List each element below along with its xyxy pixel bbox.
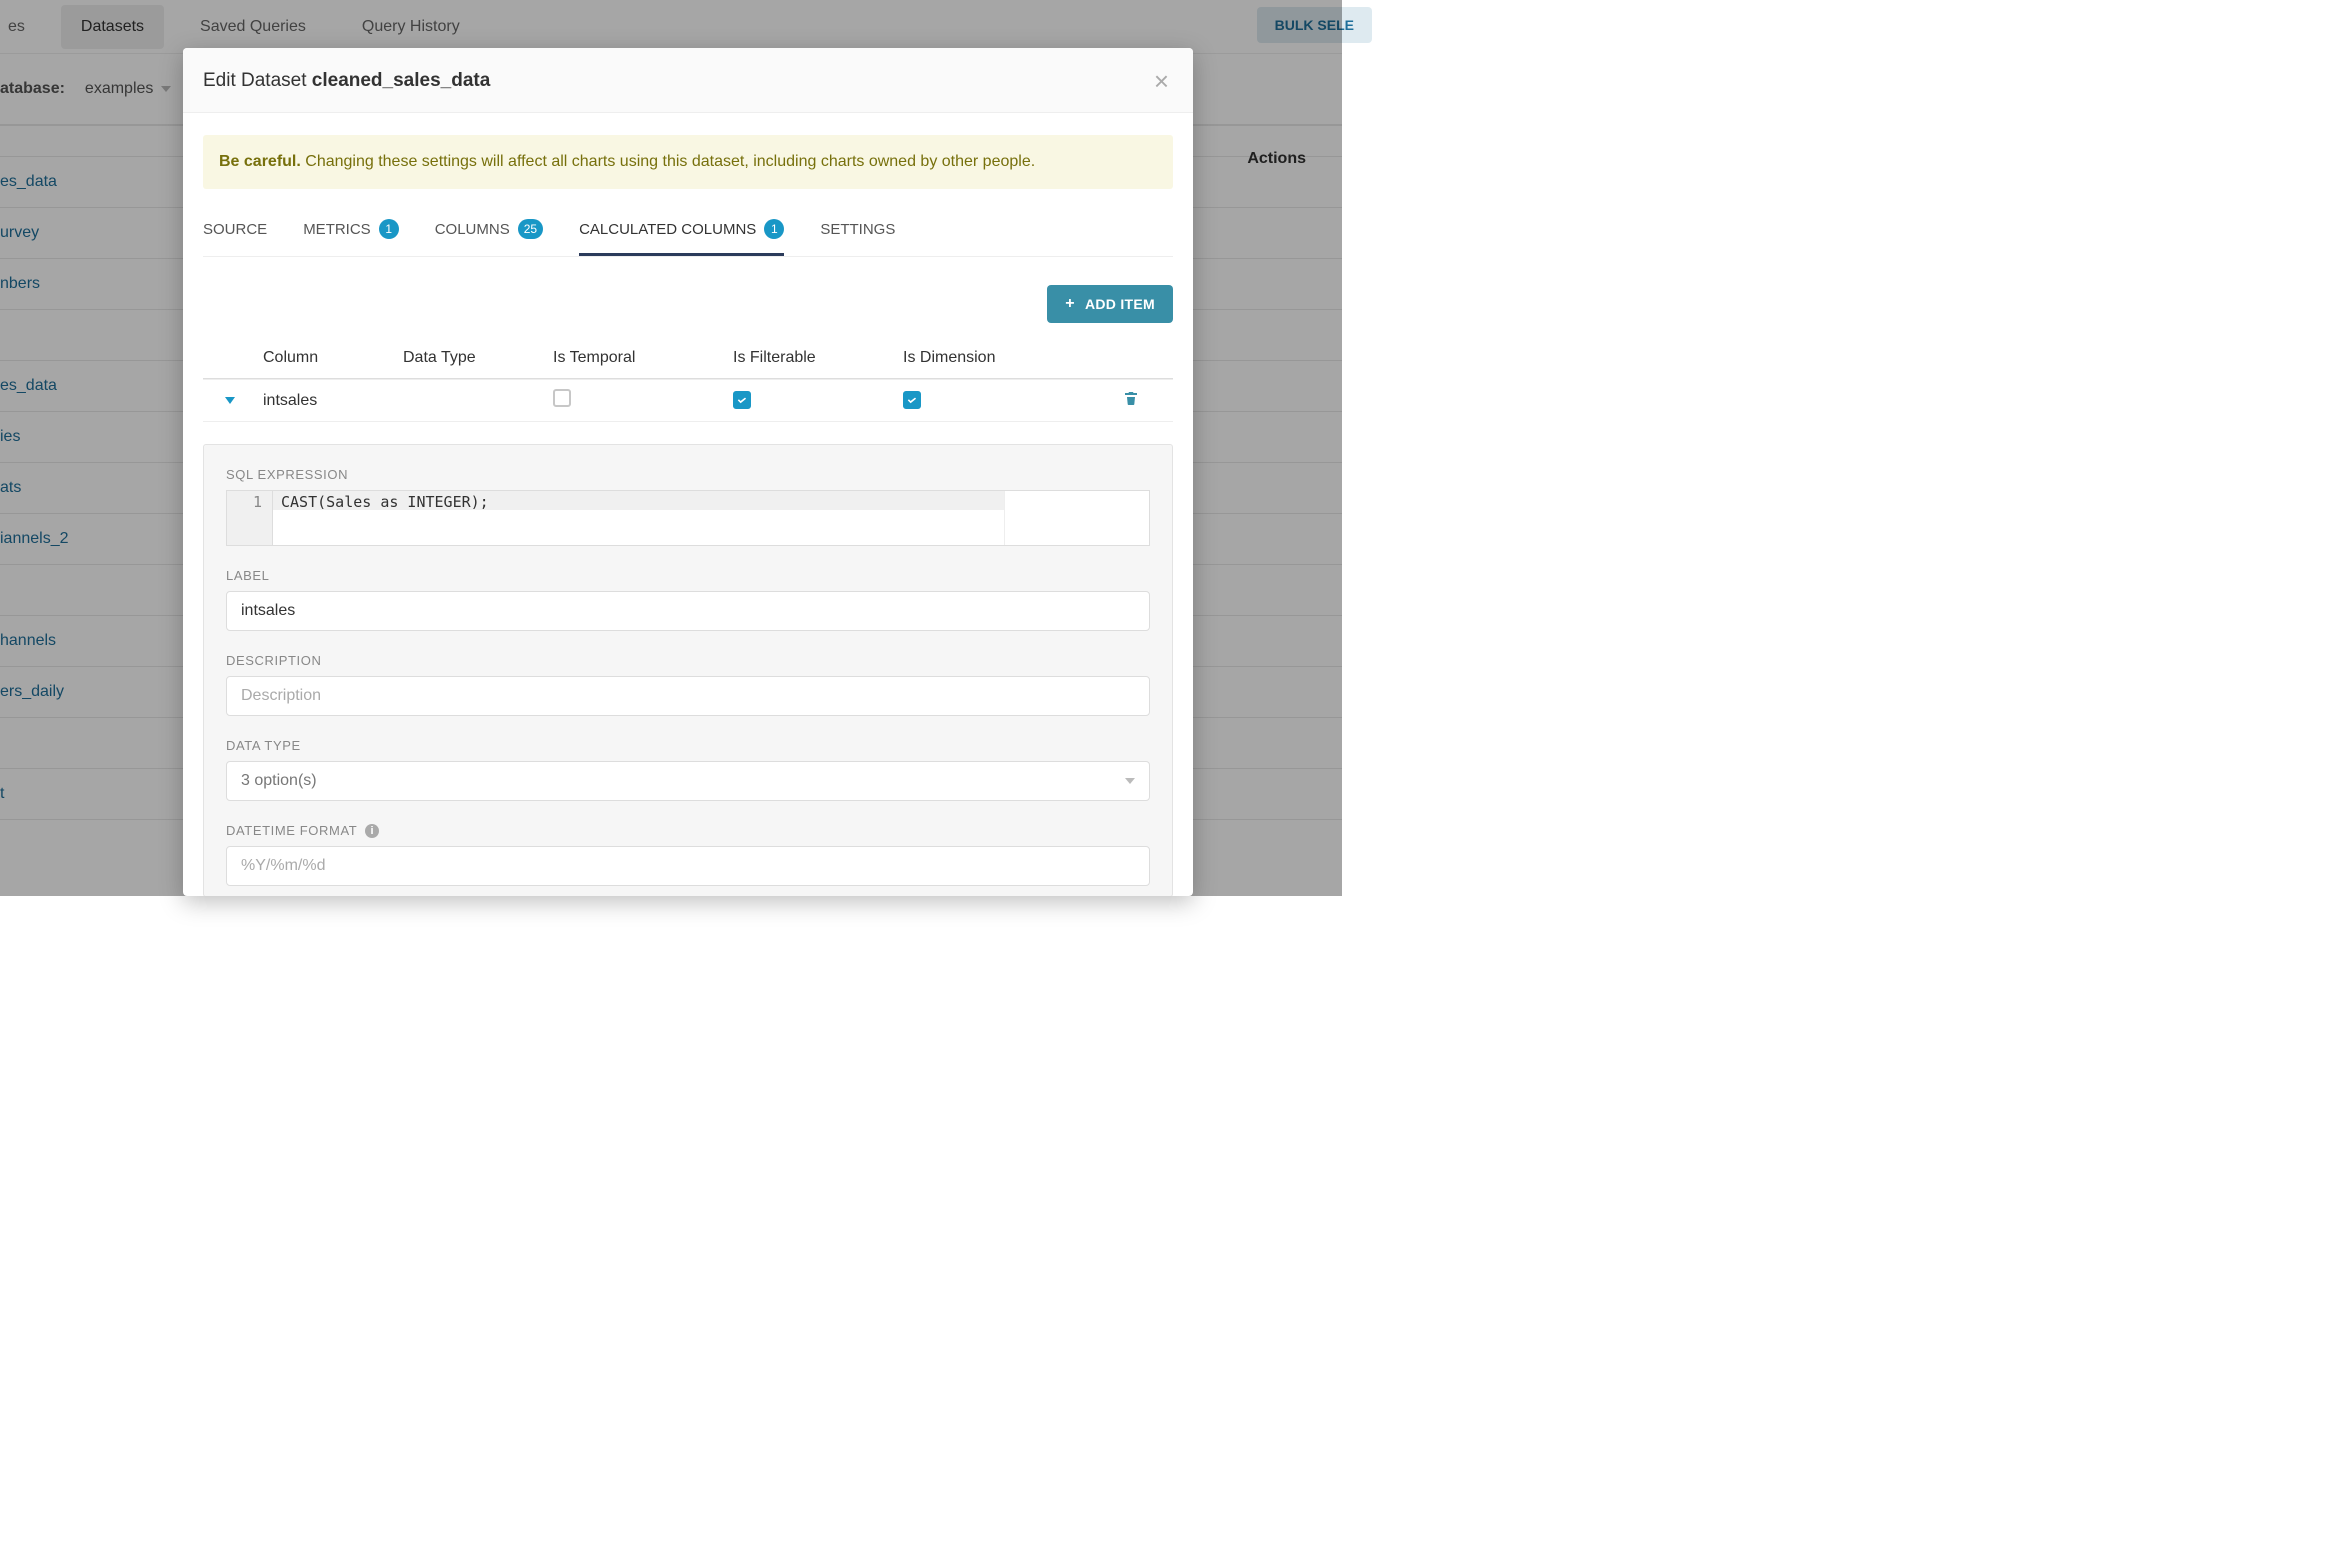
tab-columns-badge: 25 [518,219,543,239]
tab-settings-label: SETTINGS [820,221,895,238]
tab-calculated-columns-badge: 1 [764,219,784,239]
modal-title-name: cleaned_sales_data [312,70,491,91]
tab-calculated-columns[interactable]: CALCULATED COLUMNS 1 [579,207,784,256]
col-dimension-header: Is Dimension [903,349,1053,367]
delete-row-icon[interactable] [1123,393,1139,410]
info-icon[interactable]: i [365,824,379,838]
checkbox-is-filterable[interactable] [733,391,751,409]
tab-source-label: SOURCE [203,221,267,238]
modal-body: Be careful. Changing these settings will… [183,113,1193,896]
row-detail-panel: SQL EXPRESSION 1 CAST(Sales as INTEGER);… [203,444,1173,896]
plus-icon [1065,295,1075,313]
warning-banner: Be careful. Changing these settings will… [203,135,1173,189]
tab-columns[interactable]: COLUMNS 25 [435,207,543,256]
checkbox-is-dimension[interactable] [903,391,921,409]
grid-row: intsales [203,379,1173,421]
datatype-select[interactable]: 3 option(s) [226,761,1150,801]
add-item-button[interactable]: ADD ITEM [1047,285,1173,323]
modal-header: Edit Dataset cleaned_sales_data × [183,48,1193,113]
sql-expression-label: SQL EXPRESSION [226,467,1150,482]
code-gutter: 1 [227,491,273,545]
modal-title: Edit Dataset cleaned_sales_data [203,70,490,92]
chevron-down-icon [1125,778,1135,784]
label-input[interactable] [226,591,1150,631]
tab-metrics-badge: 1 [379,219,399,239]
description-input[interactable] [226,676,1150,716]
tab-settings[interactable]: SETTINGS [820,209,895,255]
col-filterable-header: Is Filterable [733,349,903,367]
tab-source[interactable]: SOURCE [203,209,267,255]
warning-text: Changing these settings will affect all … [301,153,1035,170]
close-icon[interactable]: × [1154,68,1169,94]
modal-title-prefix: Edit Dataset [203,70,312,91]
tab-calculated-columns-label: CALCULATED COLUMNS [579,221,756,238]
col-temporal-header: Is Temporal [553,349,733,367]
add-item-label: ADD ITEM [1085,296,1155,312]
grid-header-row: Column Data Type Is Temporal Is Filterab… [203,337,1173,379]
datatype-field-label: DATA TYPE [226,738,1150,753]
col-datatype-header: Data Type [403,349,553,367]
row-column-name: intsales [263,392,403,410]
datetime-field-label: DATETIME FORMAT i [226,823,1150,838]
expand-row-icon[interactable] [225,397,235,404]
tab-columns-label: COLUMNS [435,221,510,238]
modal-tabs: SOURCE METRICS 1 COLUMNS 25 CALCULATED C… [203,207,1173,257]
sql-expression-editor[interactable]: 1 CAST(Sales as INTEGER); [226,490,1150,546]
datetime-label-text: DATETIME FORMAT [226,823,357,838]
tab-metrics-label: METRICS [303,221,371,238]
code-scroll-region [1005,491,1149,545]
edit-dataset-modal: Edit Dataset cleaned_sales_data × Be car… [183,48,1193,896]
col-column-header: Column [263,349,403,367]
calc-columns-grid: Column Data Type Is Temporal Is Filterab… [203,337,1173,422]
label-field-label: LABEL [226,568,1150,583]
warning-bold: Be careful. [219,153,301,170]
tab-metrics[interactable]: METRICS 1 [303,207,399,256]
description-field-label: DESCRIPTION [226,653,1150,668]
sql-code-line: CAST(Sales as INTEGER); [281,493,996,511]
datatype-select-value: 3 option(s) [241,772,317,790]
datetime-format-input[interactable] [226,846,1150,886]
checkbox-is-temporal[interactable] [553,389,571,407]
